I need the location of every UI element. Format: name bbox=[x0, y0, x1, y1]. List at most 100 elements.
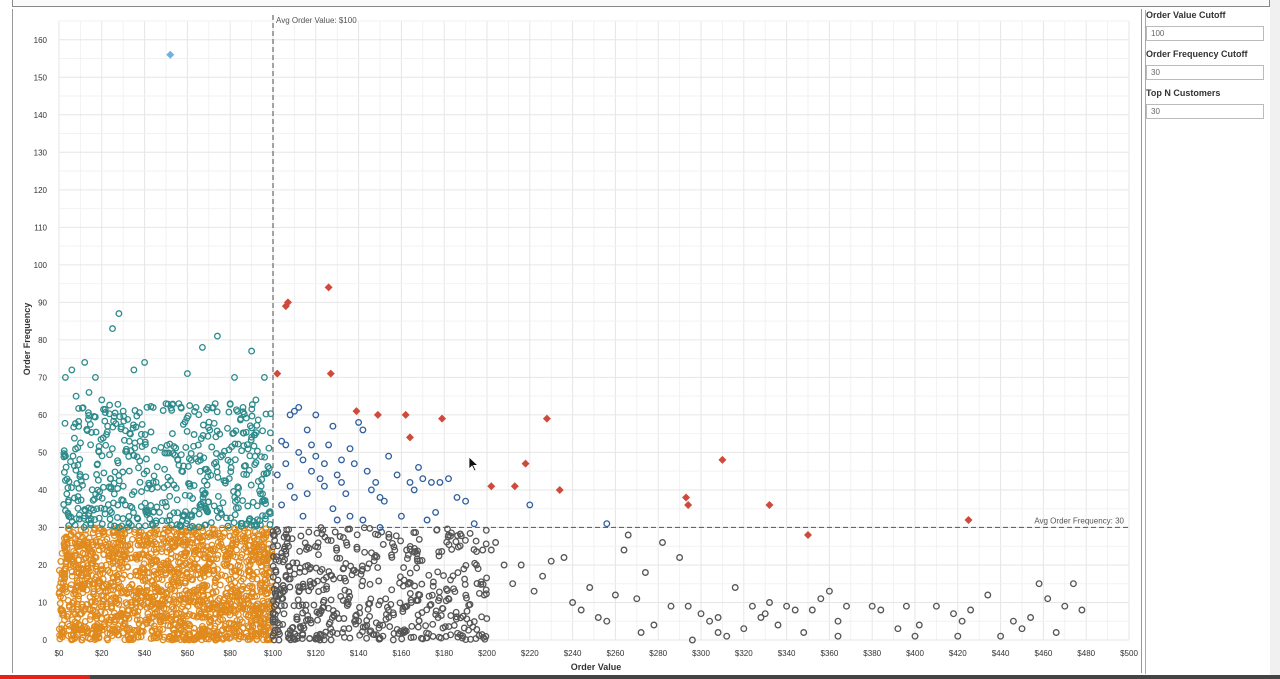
point-high-value-low-freq bbox=[723, 632, 731, 640]
point-low-value-low-freq bbox=[216, 581, 224, 589]
point-high-value-low-freq bbox=[414, 623, 422, 631]
point-top-customers bbox=[326, 369, 335, 378]
point-high-value-high-freq bbox=[359, 516, 367, 524]
point-high-value-low-freq bbox=[388, 586, 396, 594]
point-top-customers bbox=[555, 485, 564, 494]
point-high-value-low-freq bbox=[353, 531, 361, 539]
point-high-value-low-freq bbox=[482, 526, 490, 534]
point-high-value-low-freq bbox=[731, 584, 739, 591]
x-tick-label: $0 bbox=[55, 649, 64, 658]
point-low-value-high-freq bbox=[146, 515, 154, 523]
y-tick-label: 140 bbox=[34, 111, 48, 120]
point-high-value-low-freq bbox=[392, 532, 400, 540]
x-tick-label: $240 bbox=[564, 649, 582, 658]
point-high-value-low-freq bbox=[466, 529, 474, 537]
point-high-value-low-freq bbox=[366, 524, 374, 532]
order-value-cutoff-input[interactable] bbox=[1146, 26, 1264, 41]
y-tick-label: 70 bbox=[38, 373, 47, 382]
point-high-value-low-freq bbox=[586, 584, 594, 591]
point-low-value-high-freq bbox=[135, 522, 143, 530]
point-low-value-high-freq bbox=[113, 514, 121, 521]
point-high-value-low-freq bbox=[1052, 629, 1060, 636]
point-high-value-low-freq bbox=[294, 596, 302, 604]
point-low-value-high-freq bbox=[265, 444, 273, 452]
point-high-value-low-freq bbox=[408, 622, 416, 630]
point-low-value-high-freq bbox=[70, 434, 78, 442]
point-high-value-low-freq bbox=[950, 610, 957, 618]
x-tick-label: $200 bbox=[478, 649, 496, 658]
point-low-value-low-freq bbox=[233, 546, 241, 554]
point-high-value-low-freq bbox=[894, 625, 902, 633]
point-low-value-high-freq bbox=[231, 511, 239, 519]
point-high-value-low-freq bbox=[984, 591, 992, 599]
point-low-value-high-freq bbox=[93, 471, 101, 478]
video-progress-bar[interactable] bbox=[0, 675, 1280, 679]
y-tick-label: 50 bbox=[38, 448, 47, 457]
point-top-customers bbox=[765, 500, 774, 509]
y-tick-label: 60 bbox=[38, 411, 47, 420]
point-top-customers bbox=[405, 433, 414, 442]
point-high-value-high-freq bbox=[436, 478, 444, 486]
point-high-value-high-freq bbox=[423, 516, 431, 524]
scrollbar[interactable] bbox=[1270, 0, 1280, 679]
point-high-value-low-freq bbox=[297, 532, 305, 540]
point-low-value-high-freq bbox=[224, 424, 231, 432]
point-low-value-high-freq bbox=[153, 463, 161, 471]
point-low-value-high-freq bbox=[208, 443, 216, 451]
point-high-value-high-freq bbox=[406, 478, 414, 486]
point-high-value-high-freq bbox=[427, 478, 435, 486]
point-low-value-high-freq bbox=[159, 407, 167, 414]
x-tick-label: $140 bbox=[350, 649, 368, 658]
point-high-value-low-freq bbox=[386, 623, 394, 631]
point-high-value-high-freq bbox=[338, 456, 345, 464]
point-low-value-high-freq bbox=[266, 429, 274, 437]
order-frequency-cutoff-input[interactable] bbox=[1146, 65, 1264, 80]
x-tick-label: $460 bbox=[1035, 649, 1053, 658]
point-high-value-low-freq bbox=[434, 568, 442, 576]
point-high-value-low-freq bbox=[296, 547, 304, 555]
point-top-customers bbox=[401, 410, 410, 419]
point-low-value-high-freq bbox=[81, 358, 89, 366]
point-high-value-low-freq bbox=[454, 569, 462, 577]
point-low-value-high-freq bbox=[240, 442, 248, 450]
point-high-value-low-freq bbox=[530, 587, 538, 595]
x-tick-label: $500 bbox=[1120, 649, 1138, 658]
point-high-value-high-freq bbox=[338, 478, 345, 486]
x-tick-label: $80 bbox=[224, 649, 238, 658]
chart-frame: Avg Order Value: $100 Avg Order Frequency… bbox=[12, 9, 1142, 673]
y-tick-label: 10 bbox=[38, 598, 47, 607]
point-low-value-low-freq bbox=[67, 581, 75, 589]
x-tick-label: $160 bbox=[393, 649, 411, 658]
point-low-value-high-freq bbox=[60, 468, 68, 476]
point-low-value-high-freq bbox=[114, 485, 122, 492]
x-tick-label: $180 bbox=[435, 649, 453, 658]
point-low-value-high-freq bbox=[76, 455, 84, 463]
point-low-value-high-freq bbox=[130, 366, 138, 374]
point-high-value-low-freq bbox=[478, 613, 486, 621]
top-n-customers-input[interactable] bbox=[1146, 104, 1264, 119]
point-low-value-high-freq bbox=[259, 427, 267, 435]
x-tick-label: $320 bbox=[735, 649, 753, 658]
parameters-panel: Order Value Cutoff Order Frequency Cutof… bbox=[1145, 10, 1271, 674]
point-high-value-low-freq bbox=[366, 580, 374, 588]
point-high-value-low-freq bbox=[817, 595, 825, 603]
point-high-value-low-freq bbox=[382, 595, 390, 603]
point-low-value-low-freq bbox=[218, 524, 226, 532]
point-low-value-high-freq bbox=[69, 452, 77, 460]
point-high-value-low-freq bbox=[714, 614, 722, 621]
point-high-value-high-freq bbox=[359, 426, 367, 434]
point-low-value-high-freq bbox=[150, 472, 158, 480]
x-tick-label: $360 bbox=[821, 649, 839, 658]
point-high-value-low-freq bbox=[375, 577, 383, 585]
point-low-value-high-freq bbox=[87, 441, 95, 449]
point-low-value-high-freq bbox=[190, 431, 198, 438]
point-low-value-high-freq bbox=[213, 332, 221, 340]
point-high-value-low-freq bbox=[800, 629, 808, 636]
point-low-value-high-freq bbox=[173, 496, 181, 504]
param-label: Top N Customers bbox=[1146, 88, 1221, 98]
point-low-value-high-freq bbox=[68, 366, 76, 374]
point-high-value-high-freq bbox=[346, 512, 354, 520]
video-progress-fill bbox=[0, 675, 90, 679]
point-top-customers bbox=[324, 283, 333, 292]
x-tick-label: $380 bbox=[863, 649, 881, 658]
